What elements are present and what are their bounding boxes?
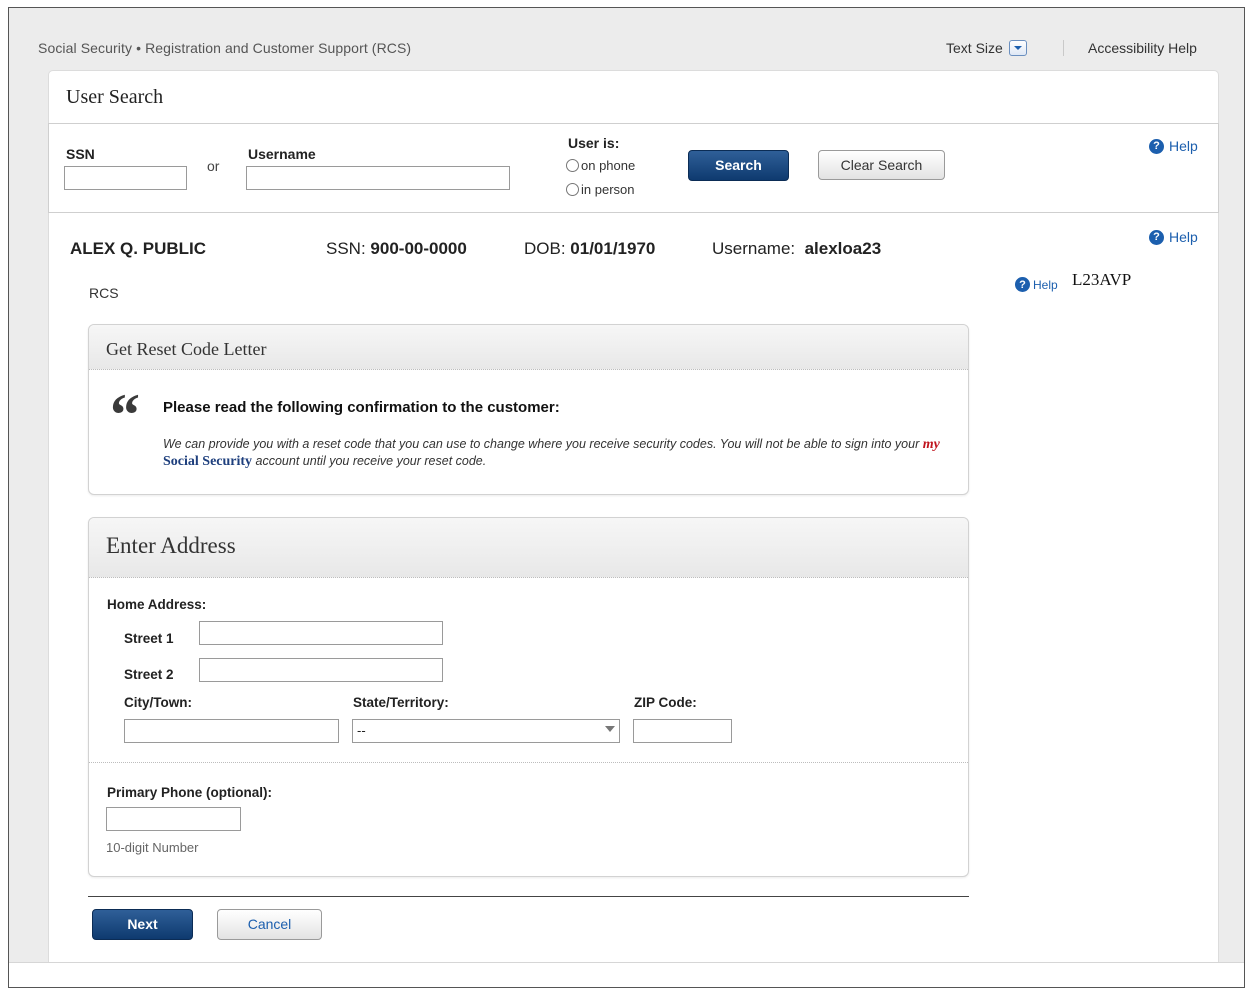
tag-help-link[interactable]: ? Help <box>1015 277 1058 292</box>
username-input[interactable] <box>246 166 510 190</box>
radio-label: on phone <box>581 158 636 173</box>
next-button[interactable]: Next <box>92 909 193 940</box>
customer-help-link[interactable]: ? Help <box>1149 229 1198 245</box>
panel-heading: Enter Address <box>89 518 968 578</box>
app-title: Social Security • Registration and Custo… <box>38 40 412 56</box>
state-select-value: -- <box>357 723 366 738</box>
accessibility-help-link[interactable]: Accessibility Help <box>1088 40 1197 56</box>
city-label: City/Town: <box>124 695 192 710</box>
chevron-down-icon <box>605 726 615 732</box>
text-size-control[interactable]: Text Size <box>946 40 1027 56</box>
separator <box>1063 40 1064 56</box>
state-select[interactable]: -- <box>352 719 620 743</box>
radio-on-phone[interactable]: on phone <box>566 158 635 173</box>
city-input[interactable] <box>124 719 339 743</box>
state-label: State/Territory: <box>353 695 449 710</box>
ssn-input[interactable] <box>64 166 187 190</box>
zip-label: ZIP Code: <box>634 695 697 710</box>
username-info-value: alexloa23 <box>804 239 882 258</box>
radio-label: in person <box>581 182 635 197</box>
help-label: Help <box>1169 229 1198 245</box>
help-label: Help <box>1033 277 1058 292</box>
ssn-info-label: SSN: <box>326 239 366 258</box>
quote-icon: “ <box>110 382 140 448</box>
text-size-label: Text Size <box>946 40 1003 56</box>
cancel-button[interactable]: Cancel <box>217 909 322 940</box>
confirmation-text-part1: We can provide you with a reset code tha… <box>163 437 920 451</box>
radio-circle-icon <box>566 159 579 172</box>
phone-hint: 10-digit Number <box>106 840 199 855</box>
my-ss-logo-my: my <box>922 437 940 452</box>
rcs-label: RCS <box>89 285 119 301</box>
status-strip <box>9 962 1244 987</box>
username-info: Username: alexloa23 <box>712 239 881 259</box>
help-label: Help <box>1169 138 1198 154</box>
screen-code: L23AVP <box>1072 270 1132 289</box>
help-icon: ? <box>1149 138 1164 154</box>
my-ss-logo-text: Social Security <box>163 454 253 469</box>
or-label: or <box>207 158 220 174</box>
confirmation-text: We can provide you with a reset code tha… <box>163 436 953 470</box>
confirmation-text-part2: account until you receive your reset cod… <box>255 454 487 468</box>
customer-name: ALEX Q. PUBLIC <box>70 239 207 258</box>
chevron-down-icon[interactable] <box>1008 40 1027 56</box>
phone-input[interactable] <box>106 807 241 831</box>
user-is-label: User is: <box>568 135 620 151</box>
phone-label: Primary Phone (optional): <box>107 785 273 800</box>
separator <box>88 896 969 897</box>
street2-label: Street 2 <box>124 667 174 682</box>
separator <box>89 762 968 763</box>
dob-info: DOB: 01/01/1970 <box>524 239 655 259</box>
username-label: Username <box>248 146 316 162</box>
street1-label: Street 1 <box>124 631 174 646</box>
user-search-header: User Search <box>48 70 1219 123</box>
ssn-info: SSN: 900-00-0000 <box>326 239 467 259</box>
clear-search-button[interactable]: Clear Search <box>818 150 945 180</box>
dob-value: 01/01/1970 <box>570 239 656 258</box>
search-button[interactable]: Search <box>688 150 789 181</box>
zip-input[interactable] <box>633 719 732 743</box>
street1-input[interactable] <box>199 621 443 645</box>
ssn-info-value: 900-00-0000 <box>370 239 467 258</box>
street2-input[interactable] <box>199 658 443 682</box>
confirmation-heading: Please read the following confirmation t… <box>163 399 560 416</box>
panel-heading: Get Reset Code Letter <box>89 325 968 370</box>
page-title: User Search <box>66 86 164 108</box>
ssn-label: SSN <box>66 146 95 162</box>
help-icon: ? <box>1149 229 1164 245</box>
username-info-label: Username: <box>712 239 796 258</box>
help-icon: ? <box>1015 277 1030 292</box>
radio-in-person[interactable]: in person <box>566 182 634 197</box>
top-bar <box>9 8 1244 70</box>
dob-label: DOB: <box>524 239 566 258</box>
radio-circle-icon <box>566 183 579 196</box>
home-address-label: Home Address: <box>107 597 207 612</box>
search-help-link[interactable]: ? Help <box>1149 138 1198 154</box>
